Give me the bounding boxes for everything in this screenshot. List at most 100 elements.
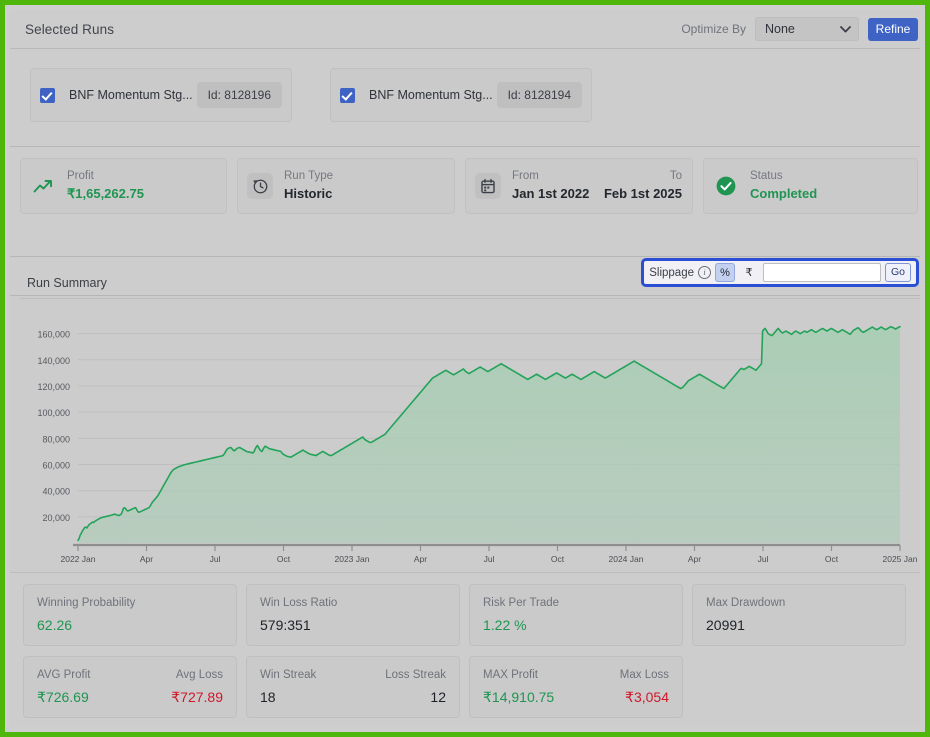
date-range-labels: From To bbox=[512, 169, 682, 184]
svg-text:100,000: 100,000 bbox=[37, 408, 70, 418]
run-card[interactable]: BNF Momentum Stg... Id: 8128194 bbox=[330, 68, 592, 122]
status-badge: Completed bbox=[750, 185, 907, 203]
run-summary-header: Run Summary bbox=[20, 269, 920, 299]
svg-text:Apr: Apr bbox=[140, 554, 153, 564]
to-label: To bbox=[670, 169, 682, 184]
svg-text:Oct: Oct bbox=[551, 554, 565, 564]
calendar-icon bbox=[475, 173, 501, 199]
svg-text:2024 Jan: 2024 Jan bbox=[609, 554, 644, 564]
svg-text:80,000: 80,000 bbox=[42, 434, 70, 444]
app-content: Selected Runs Optimize By None Refine BN… bbox=[10, 10, 920, 727]
metric-card-winning-probability: Winning Probability 62.26 bbox=[23, 584, 237, 646]
metric-card-win-loss-ratio: Win Loss Ratio 579:351 bbox=[246, 584, 460, 646]
profit-label: Profit bbox=[67, 169, 216, 184]
metric-value-left: ₹14,910.75 bbox=[483, 686, 554, 708]
selected-runs-header: Selected Runs Optimize By None Refine bbox=[10, 10, 920, 49]
trend-up-icon bbox=[30, 173, 56, 199]
metric-value-right: ₹3,054 bbox=[625, 686, 669, 708]
page-title: Selected Runs bbox=[25, 22, 114, 37]
date-range-card: From To Jan 1st 2022 Feb 1st 2025 bbox=[465, 158, 693, 214]
app-window: Selected Runs Optimize By None Refine BN… bbox=[0, 0, 930, 737]
selected-runs-list: BNF Momentum Stg... Id: 8128196 BNF Mome… bbox=[10, 49, 920, 147]
metric-label: Win Loss Ratio bbox=[260, 596, 446, 611]
metric-value-left: 18 bbox=[260, 686, 276, 708]
profit-card: Profit ₹1,65,262.75 bbox=[20, 158, 227, 214]
run-type-value: Historic bbox=[284, 185, 444, 203]
metric-value: 579:351 bbox=[260, 614, 446, 636]
run-id-badge: Id: 8128194 bbox=[497, 82, 582, 108]
metric-value: 62.26 bbox=[37, 614, 223, 636]
to-value: Feb 1st 2025 bbox=[604, 185, 682, 203]
svg-text:60,000: 60,000 bbox=[42, 460, 70, 470]
metric-labels: MAX Profit Max Loss bbox=[483, 668, 669, 683]
metric-label-left: Win Streak bbox=[260, 668, 316, 683]
metric-label: Max Drawdown bbox=[706, 596, 892, 611]
chevron-down-icon bbox=[840, 26, 849, 32]
metric-value: 1.22 % bbox=[483, 614, 669, 636]
profit-value: ₹1,65,262.75 bbox=[67, 185, 216, 203]
metric-label-right: Loss Streak bbox=[385, 668, 446, 683]
check-circle-icon bbox=[713, 173, 739, 199]
metric-card-max-profit-loss: MAX Profit Max Loss ₹14,910.75 ₹3,054 bbox=[469, 656, 683, 718]
metric-card-max-drawdown: Max Drawdown 20991 bbox=[692, 584, 906, 646]
run-name: BNF Momentum Stg... bbox=[69, 88, 193, 102]
metric-value-left: ₹726.69 bbox=[37, 686, 89, 708]
equity-curve-chart: 20,000 40,000 60,000 80,000 100,000 120,000 14… bbox=[20, 300, 920, 568]
run-name: BNF Momentum Stg... bbox=[369, 88, 493, 102]
svg-text:Apr: Apr bbox=[414, 554, 427, 564]
chart-canvas: 20,000 40,000 60,000 80,000 100,000 120,000 14… bbox=[20, 300, 920, 568]
metric-value: 20991 bbox=[706, 614, 892, 636]
svg-text:120,000: 120,000 bbox=[37, 382, 70, 392]
svg-text:2023 Jan: 2023 Jan bbox=[335, 554, 370, 564]
run-type-card: Run Type Historic bbox=[237, 158, 455, 214]
svg-text:20,000: 20,000 bbox=[42, 513, 70, 523]
metric-card-avg-profit-loss: AVG Profit Avg Loss ₹726.69 ₹727.89 bbox=[23, 656, 237, 718]
run-type-body: Run Type Historic bbox=[284, 169, 444, 203]
metric-label-left: MAX Profit bbox=[483, 668, 538, 683]
run-checkbox[interactable] bbox=[40, 88, 55, 103]
svg-text:140,000: 140,000 bbox=[37, 356, 70, 366]
status-body: Status Completed bbox=[750, 169, 907, 203]
svg-text:2022 Jan: 2022 Jan bbox=[61, 554, 96, 564]
run-checkbox[interactable] bbox=[340, 88, 355, 103]
metric-label: Winning Probability bbox=[37, 596, 223, 611]
metric-label-left: AVG Profit bbox=[37, 668, 90, 683]
svg-text:Jul: Jul bbox=[210, 554, 221, 564]
metric-label-right: Avg Loss bbox=[176, 668, 223, 683]
svg-text:160,000: 160,000 bbox=[37, 330, 70, 340]
metric-values: ₹726.69 ₹727.89 bbox=[37, 683, 223, 708]
metric-card-streaks: Win Streak Loss Streak 18 12 bbox=[246, 656, 460, 718]
metric-value-right: ₹727.89 bbox=[171, 686, 223, 708]
metric-label-right: Max Loss bbox=[620, 668, 669, 683]
history-clock-icon bbox=[247, 173, 273, 199]
metric-label: Risk Per Trade bbox=[483, 596, 669, 611]
status-label: Status bbox=[750, 169, 907, 184]
metric-values: ₹14,910.75 ₹3,054 bbox=[483, 683, 669, 708]
metric-values: 18 12 bbox=[260, 683, 446, 708]
run-summary-title: Run Summary bbox=[27, 276, 107, 290]
status-card: Status Completed bbox=[703, 158, 918, 214]
svg-text:2025 Jan: 2025 Jan bbox=[883, 554, 918, 564]
svg-text:Jul: Jul bbox=[484, 554, 495, 564]
run-type-label: Run Type bbox=[284, 169, 444, 184]
optimize-by-select[interactable]: None bbox=[755, 17, 859, 41]
metric-labels: Win Streak Loss Streak bbox=[260, 668, 446, 683]
svg-text:40,000: 40,000 bbox=[42, 487, 70, 497]
svg-text:Apr: Apr bbox=[688, 554, 701, 564]
refine-button[interactable]: Refine bbox=[868, 18, 918, 41]
profit-body: Profit ₹1,65,262.75 bbox=[67, 169, 216, 203]
metrics-section: Winning Probability 62.26 Win Loss Ratio… bbox=[10, 572, 920, 727]
date-range-body: From To Jan 1st 2022 Feb 1st 2025 bbox=[512, 169, 682, 203]
from-value: Jan 1st 2022 bbox=[512, 185, 589, 203]
svg-text:Oct: Oct bbox=[825, 554, 839, 564]
svg-text:Jul: Jul bbox=[758, 554, 769, 564]
metric-card-risk-per-trade: Risk Per Trade 1.22 % bbox=[469, 584, 683, 646]
run-card[interactable]: BNF Momentum Stg... Id: 8128196 bbox=[30, 68, 292, 122]
optimize-by-label: Optimize By bbox=[681, 22, 746, 36]
date-range-values: Jan 1st 2022 Feb 1st 2025 bbox=[512, 184, 682, 203]
svg-text:Oct: Oct bbox=[277, 554, 291, 564]
metric-value-right: 12 bbox=[430, 686, 446, 708]
run-stats-row: Profit ₹1,65,262.75 Run Type Historic bbox=[10, 147, 920, 257]
header-controls: Optimize By None Refine bbox=[681, 17, 918, 41]
optimize-by-value: None bbox=[756, 22, 795, 36]
